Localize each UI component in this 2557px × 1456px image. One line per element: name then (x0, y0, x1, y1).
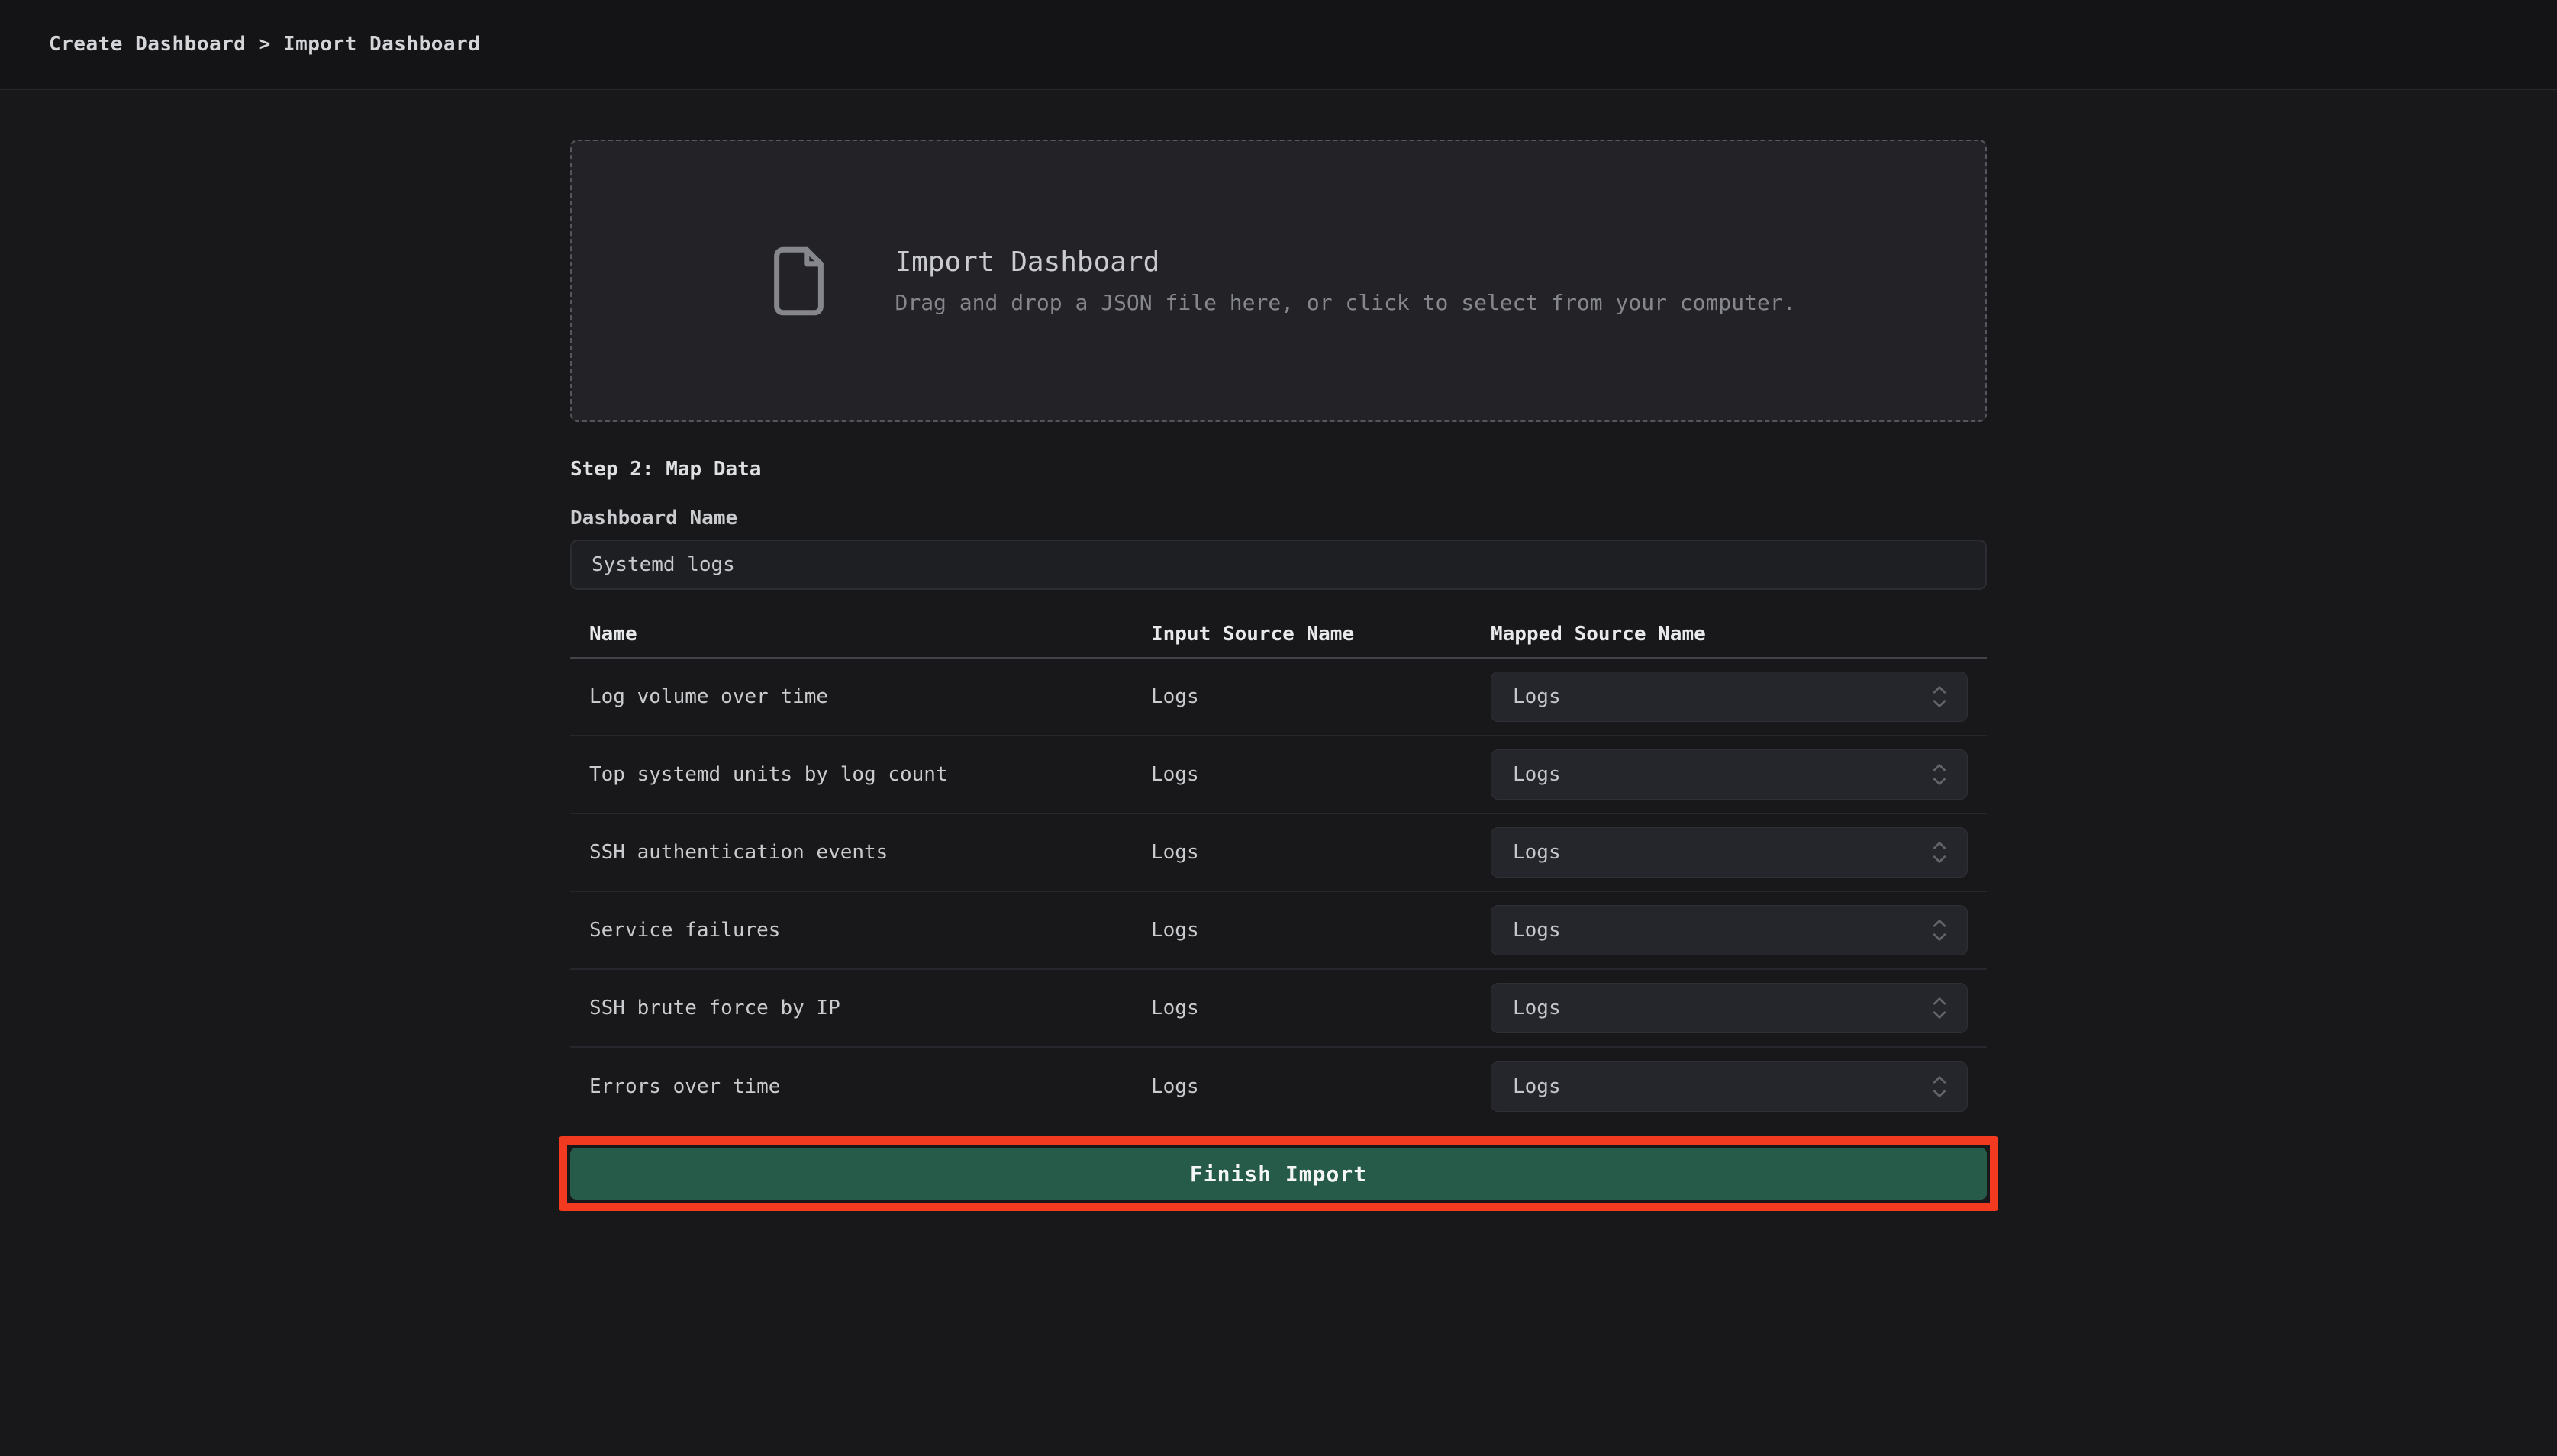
table-row: Top systemd units by log count Logs Logs (570, 736, 1987, 814)
dashboard-name-input[interactable] (570, 540, 1987, 590)
input-source-name: Logs (1151, 763, 1491, 786)
finish-import-button[interactable]: Finish Import (570, 1148, 1987, 1200)
topbar: Create Dashboard > Import Dashboard (0, 0, 2557, 90)
widget-name: Log volume over time (589, 685, 1151, 708)
selected-option-label: Logs (1513, 841, 1561, 864)
mapped-source-select[interactable]: Logs (1491, 905, 1968, 955)
import-dashboard-page: Import Dashboard Drag and drop a JSON fi… (570, 140, 1987, 1200)
selected-option-label: Logs (1513, 919, 1561, 942)
chevrons-up-down-icon (1929, 995, 1950, 1021)
selected-option-label: Logs (1513, 997, 1561, 1020)
mapped-source-select[interactable]: Logs (1491, 749, 1968, 800)
widget-name: Errors over time (589, 1075, 1151, 1098)
widget-name: Top systemd units by log count (589, 763, 1151, 786)
input-source-name: Logs (1151, 841, 1491, 864)
chevrons-up-down-icon (1929, 1074, 1950, 1100)
chevrons-up-down-icon (1929, 917, 1950, 943)
finish-import-area: Finish Import (570, 1148, 1987, 1200)
dropzone-text: Import Dashboard Drag and drop a JSON fi… (895, 246, 1795, 315)
selected-option-label: Logs (1513, 1075, 1561, 1098)
widget-name: SSH authentication events (589, 841, 1151, 864)
column-header-name: Name (589, 623, 1151, 646)
selected-option-label: Logs (1513, 685, 1561, 708)
column-header-mapped-source: Mapped Source Name (1491, 623, 1968, 646)
input-source-name: Logs (1151, 1075, 1491, 1098)
mapped-source-select[interactable]: Logs (1491, 827, 1968, 878)
column-header-input-source: Input Source Name (1151, 623, 1491, 646)
dropzone-title: Import Dashboard (895, 246, 1795, 278)
source-mapping-table: Name Input Source Name Mapped Source Nam… (570, 611, 1987, 1126)
input-source-name: Logs (1151, 685, 1491, 708)
mapped-source-select[interactable]: Logs (1491, 983, 1968, 1033)
table-row: Errors over time Logs Logs (570, 1048, 1987, 1126)
mapped-source-select[interactable]: Logs (1491, 672, 1968, 722)
widget-name: SSH brute force by IP (589, 997, 1151, 1020)
selected-option-label: Logs (1513, 763, 1561, 786)
table-row: Log volume over time Logs Logs (570, 659, 1987, 736)
table-row: SSH brute force by IP Logs Logs (570, 970, 1987, 1048)
chevrons-up-down-icon (1929, 839, 1950, 865)
widget-name: Service failures (589, 919, 1151, 942)
table-row: SSH authentication events Logs Logs (570, 814, 1987, 892)
input-source-name: Logs (1151, 997, 1491, 1020)
dropzone-subtitle: Drag and drop a JSON file here, or click… (895, 290, 1795, 315)
breadcrumb: Create Dashboard > Import Dashboard (49, 33, 480, 56)
table-header-row: Name Input Source Name Mapped Source Nam… (570, 611, 1987, 659)
chevrons-up-down-icon (1929, 762, 1950, 788)
dashboard-name-label: Dashboard Name (570, 506, 1987, 530)
table-row: Service failures Logs Logs (570, 892, 1987, 970)
step-heading: Step 2: Map Data (570, 457, 1987, 482)
mapped-source-select[interactable]: Logs (1491, 1061, 1968, 1112)
file-icon (761, 243, 837, 319)
chevrons-up-down-icon (1929, 684, 1950, 710)
json-file-dropzone[interactable]: Import Dashboard Drag and drop a JSON fi… (570, 140, 1987, 422)
input-source-name: Logs (1151, 919, 1491, 942)
